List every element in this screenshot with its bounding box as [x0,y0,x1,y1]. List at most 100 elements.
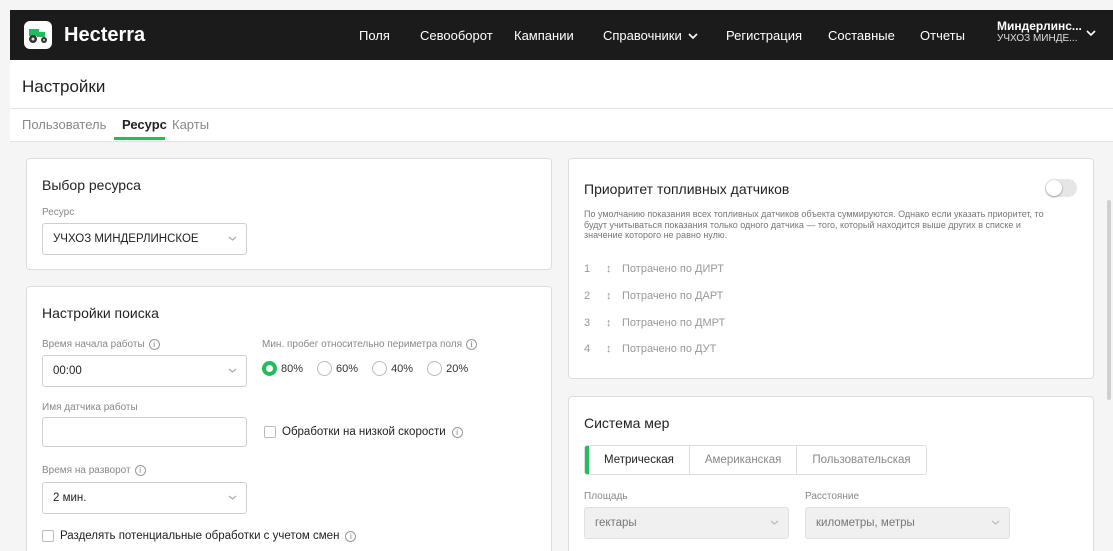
user-name: Миндерлинс... [997,19,1082,33]
drag-handle-icon[interactable]: ↕ [606,263,622,275]
settings-content: Выбор ресурса Ресурс УЧХОЗ МИНДЕРЛИНСКОЕ… [10,142,1113,551]
page-title: Настройки [22,77,106,96]
fuel-priority-card: Приоритет топливных датчиков По умолчани… [568,158,1094,379]
units-segmented-control: Метрическая Американская Пользовательска… [584,445,927,475]
priority-label: Потрачено по ДМРТ [622,317,726,329]
nav-reports[interactable]: Отчеты [920,28,965,43]
radio-button[interactable] [372,361,388,376]
search-settings-card: Настройки поиска Время начала работы i 0… [26,286,552,551]
sensor-input[interactable] [42,417,247,447]
units-option-custom[interactable]: Пользовательская [797,446,926,474]
resource-select[interactable]: УЧХОЗ МИНДЕРЛИНСКОЕ [42,223,247,255]
start-time-label: Время начала работы i [42,339,160,350]
priority-label: Потрачено по ДАРТ [622,290,724,302]
fuel-priority-item[interactable]: 4 ↕ Потрачено по ДУТ [584,343,716,355]
min-run-option-80[interactable]: 80% [262,361,303,376]
resource-card: Выбор ресурса Ресурс УЧХОЗ МИНДЕРЛИНСКОЕ [26,158,552,270]
min-run-label: Мин. пробег относительно периметра поля … [262,339,478,350]
min-run-label-text: Мин. пробег относительно периметра поля [262,339,463,350]
radio-button[interactable] [427,361,443,376]
radio-label: 40% [391,362,414,375]
split-shifts-label: Разделять потенциальные обработки с учет… [60,530,340,542]
tractor-logo-icon[interactable] [24,21,52,49]
tab-resource[interactable]: Ресурс [122,117,167,132]
split-shifts-checkbox[interactable] [42,530,54,542]
turn-time-label-text: Время на разворот [42,465,131,476]
low-speed-checkbox-row[interactable]: Обработки на низкой скорости i [264,426,463,438]
page-scrollbar[interactable] [1107,200,1111,400]
info-icon[interactable]: i [451,426,463,438]
distance-value: километры, метры [816,517,915,529]
min-run-option-20[interactable]: 20% [427,361,468,376]
radio-button[interactable] [317,361,333,376]
active-tab-indicator [114,137,165,140]
radio-button-selected[interactable] [262,361,277,376]
nav-directories[interactable]: Справочники [603,28,698,43]
radio-label: 20% [446,362,469,375]
drag-handle-icon[interactable]: ↕ [606,290,622,302]
info-icon[interactable]: i [345,530,357,542]
nav-directories-label: Справочники [603,28,682,43]
area-value: гектары [595,517,637,529]
low-speed-checkbox[interactable] [264,426,276,438]
toggle-knob [1046,180,1062,196]
area-select[interactable]: гектары [584,507,789,539]
priority-label: Потрачено по ДУТ [622,343,717,355]
priority-number: 1 [584,263,591,275]
info-icon[interactable]: i [134,465,146,476]
nav-composite[interactable]: Составные [828,28,895,43]
chevron-down-icon [688,32,698,39]
turn-time-select[interactable]: 2 мин. [42,482,247,514]
chevron-down-icon [770,520,779,525]
distance-select[interactable]: километры, метры [805,507,1010,539]
fuel-description: По умолчанию показания всех топливных да… [584,209,1044,240]
fuel-priority-toggle[interactable] [1045,179,1077,197]
min-run-option-40[interactable]: 40% [372,361,413,376]
units-option-american[interactable]: Американская [689,446,798,474]
units-card: Система мер Метрическая Американская Пол… [568,396,1094,551]
tab-user[interactable]: Пользователь [22,117,106,132]
fuel-priority-item[interactable]: 3 ↕ Потрачено по ДМРТ [584,317,725,329]
fuel-card-title: Приоритет топливных датчиков [584,181,790,197]
radio-label: 60% [336,362,359,375]
resource-card-title: Выбор ресурса [42,177,141,193]
start-time-label-text: Время начала работы [42,339,145,350]
info-icon[interactable]: i [148,339,160,350]
search-card-title: Настройки поиска [42,305,159,321]
divider [10,108,1113,109]
priority-number: 4 [584,343,591,355]
sensor-label: Имя датчика работы [42,402,138,413]
nav-registration[interactable]: Регистрация [726,28,802,43]
units-card-title: Система мер [584,415,670,431]
priority-number: 2 [584,290,591,302]
turn-time-value: 2 мин. [53,492,87,504]
distance-label: Расстояние [805,491,860,502]
drag-handle-icon[interactable]: ↕ [606,317,622,329]
nav-campaigns[interactable]: Кампании [514,28,574,43]
info-icon[interactable]: i [466,339,478,350]
chevron-down-icon [228,236,237,241]
units-option-metric[interactable]: Метрическая [585,446,690,474]
tab-maps[interactable]: Карты [172,117,209,132]
nav-fields[interactable]: Поля [359,28,390,43]
priority-number: 3 [584,317,591,329]
min-run-option-60[interactable]: 60% [317,361,358,376]
settings-header: Настройки Пользователь Ресурс Карты [10,60,1113,142]
top-navbar: Hecterra Поля Севооборот Кампании Справо… [10,10,1113,60]
start-time-select[interactable]: 00:00 [42,355,247,387]
area-label: Площадь [584,491,628,502]
turn-time-label: Время на разворот i [42,465,146,476]
fuel-priority-item[interactable]: 2 ↕ Потрачено по ДАРТ [584,290,723,302]
fuel-priority-item[interactable]: 1 ↕ Потрачено по ДИРТ [584,263,724,275]
user-menu[interactable]: Миндерлинс... УЧХОЗ МИНДЕ... [997,19,1082,45]
drag-handle-icon[interactable]: ↕ [606,343,622,355]
nav-crop-rotation[interactable]: Севооборот [420,28,493,43]
radio-label: 80% [281,362,304,375]
user-chevron-down-icon[interactable] [1086,29,1096,37]
brand-name[interactable]: Hecterra [64,24,145,47]
chevron-down-icon [228,368,237,373]
split-shifts-checkbox-row[interactable]: Разделять потенциальные обработки с учет… [42,530,357,542]
user-org: УЧХОЗ МИНДЕ... [997,33,1078,45]
chevron-down-icon [228,495,237,500]
chevron-down-icon [991,520,1000,525]
